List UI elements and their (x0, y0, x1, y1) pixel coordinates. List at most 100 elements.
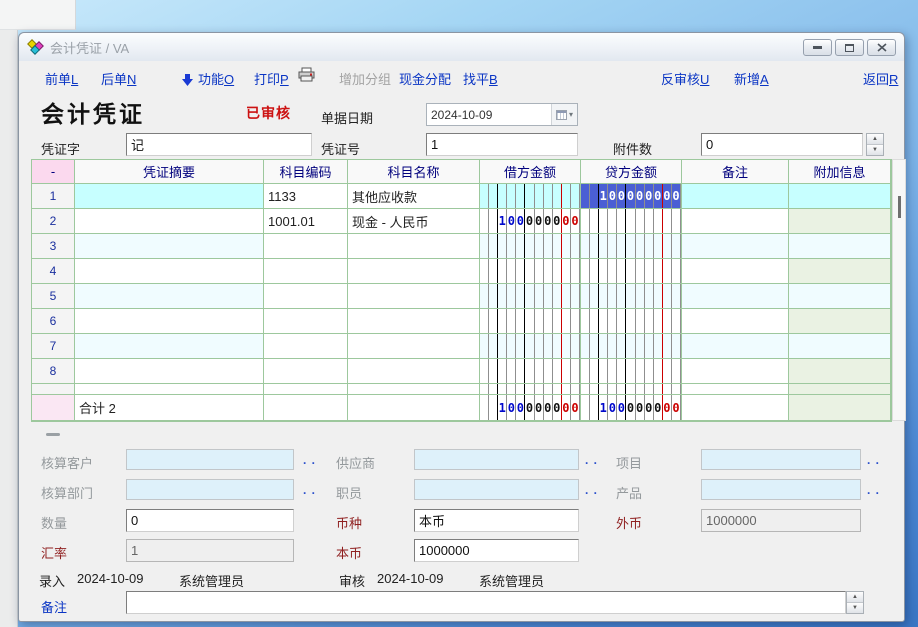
customer-input[interactable] (126, 449, 294, 470)
next-voucher-button[interactable]: 后单N (101, 69, 136, 88)
voucher-cell-debit[interactable] (480, 234, 581, 259)
function-button[interactable]: 功能O (182, 69, 234, 88)
minimize-button[interactable] (803, 39, 832, 56)
voucher-cell-memo[interactable] (682, 284, 789, 309)
voucher-cell-memo[interactable] (682, 334, 789, 359)
voucher-cell-extra[interactable] (789, 209, 891, 234)
date-picker[interactable]: 2024-10-09 ▾ (426, 103, 578, 126)
voucher-cell-extra[interactable] (789, 309, 891, 334)
voucher-cell-extra[interactable] (789, 184, 891, 209)
voucher-cell-name[interactable] (348, 334, 480, 359)
voucher-cell-summary[interactable] (75, 284, 264, 309)
voucher-cell-debit[interactable] (480, 359, 581, 384)
voucher-cell-name[interactable]: 现金 - 人民币 (348, 209, 480, 234)
cash-alloc-button[interactable]: 现金分配 (399, 69, 451, 88)
voucher-cell-summary[interactable] (75, 334, 264, 359)
voucher-cell-credit[interactable] (581, 234, 682, 259)
maximize-button[interactable] (835, 39, 864, 56)
voucher-cell-debit[interactable] (480, 309, 581, 334)
product-browse-button[interactable]: . . (867, 483, 880, 497)
voucher-cell-summary[interactable] (75, 234, 264, 259)
voucher-cell-summary[interactable] (75, 184, 264, 209)
return-button[interactable]: 返回R (863, 69, 898, 88)
voucher-cell-code[interactable] (264, 284, 348, 309)
voucher-cell-summary[interactable] (75, 359, 264, 384)
quantity-input[interactable] (126, 509, 294, 532)
voucher-cell-summary[interactable] (75, 259, 264, 284)
currency-input[interactable] (414, 509, 579, 532)
voucher-cell-code[interactable] (264, 234, 348, 259)
voucher-cell-memo[interactable] (682, 209, 789, 234)
table-scrollbar[interactable] (892, 159, 906, 421)
prev-voucher-button[interactable]: 前单L (45, 69, 78, 88)
spinner-up-icon[interactable]: ▲ (867, 134, 883, 145)
voucher-cell-name[interactable] (348, 309, 480, 334)
voucher-cell-debit[interactable] (480, 259, 581, 284)
printer-icon-button[interactable] (297, 67, 316, 86)
employee-browse-button[interactable]: . . (585, 483, 598, 497)
voucher-cell-credit[interactable]: 100000000 (581, 184, 682, 209)
voucher-cell-name[interactable]: 其他应收款 (348, 184, 480, 209)
voucher-cell-extra[interactable] (789, 334, 891, 359)
remark-input[interactable] (126, 591, 846, 614)
voucher-cell-credit[interactable] (581, 209, 682, 234)
customer-browse-button[interactable]: . . (303, 453, 316, 467)
voucher-cell-code[interactable] (264, 359, 348, 384)
attachment-input[interactable] (701, 133, 863, 156)
voucher-cell-credit[interactable] (581, 259, 682, 284)
voucher-cell-extra[interactable] (789, 284, 891, 309)
voucher-cell-debit[interactable]: 100000000 (480, 209, 581, 234)
supplier-input[interactable] (414, 449, 579, 470)
voucher-cell-name[interactable] (348, 234, 480, 259)
voucher-cell-code[interactable]: 1133 (264, 184, 348, 209)
voucher-cell-memo[interactable] (682, 259, 789, 284)
new-voucher-button[interactable]: 新增A (734, 69, 769, 88)
voucher-cell-code[interactable] (264, 259, 348, 284)
supplier-browse-button[interactable]: . . (585, 453, 598, 467)
voucher-word-input[interactable] (126, 133, 312, 156)
calendar-dropdown-button[interactable]: ▾ (551, 104, 577, 125)
department-input[interactable] (126, 479, 294, 500)
balance-button[interactable]: 找平B (463, 69, 498, 88)
spinner-down-icon[interactable]: ▼ (867, 145, 883, 155)
titlebar[interactable]: 会计凭证 / VA (19, 33, 904, 61)
voucher-cell-memo[interactable] (682, 234, 789, 259)
project-browse-button[interactable]: . . (867, 453, 880, 467)
voucher-number-input[interactable] (426, 133, 578, 156)
employee-input[interactable] (414, 479, 579, 500)
voucher-cell-memo[interactable] (682, 309, 789, 334)
voucher-cell-summary[interactable] (75, 309, 264, 334)
voucher-cell-memo[interactable] (682, 184, 789, 209)
scrollbar-thumb[interactable] (898, 196, 901, 218)
department-browse-button[interactable]: . . (303, 483, 316, 497)
add-group-button[interactable]: 增加分组 (339, 69, 391, 88)
voucher-cell-name[interactable] (348, 259, 480, 284)
voucher-cell-name[interactable] (348, 359, 480, 384)
print-button[interactable]: 打印P (254, 69, 289, 88)
voucher-cell-extra[interactable] (789, 359, 891, 384)
splitter-grip[interactable] (46, 433, 60, 436)
voucher-cell-memo[interactable] (682, 359, 789, 384)
project-input[interactable] (701, 449, 861, 470)
voucher-cell-credit[interactable] (581, 359, 682, 384)
voucher-cell-extra[interactable] (789, 259, 891, 284)
voucher-cell-code[interactable] (264, 309, 348, 334)
remark-spinner[interactable]: ▲ ▼ (846, 591, 864, 614)
close-button[interactable] (867, 39, 896, 56)
unaudit-button[interactable]: 反审核U (661, 69, 709, 88)
voucher-cell-summary[interactable] (75, 209, 264, 234)
voucher-cell-code[interactable] (264, 334, 348, 359)
voucher-cell-credit[interactable] (581, 284, 682, 309)
local-amount-input[interactable] (414, 539, 579, 562)
voucher-cell-debit[interactable] (480, 284, 581, 309)
spinner-down-icon[interactable]: ▼ (847, 603, 863, 613)
voucher-cell-extra[interactable] (789, 234, 891, 259)
voucher-cell-credit[interactable] (581, 309, 682, 334)
product-input[interactable] (701, 479, 861, 500)
voucher-cell-name[interactable] (348, 284, 480, 309)
voucher-cell-code[interactable]: 1001.01 (264, 209, 348, 234)
attachment-spinner[interactable]: ▲ ▼ (866, 133, 884, 156)
voucher-cell-debit[interactable] (480, 334, 581, 359)
voucher-cell-debit[interactable] (480, 184, 581, 209)
spinner-up-icon[interactable]: ▲ (847, 592, 863, 603)
